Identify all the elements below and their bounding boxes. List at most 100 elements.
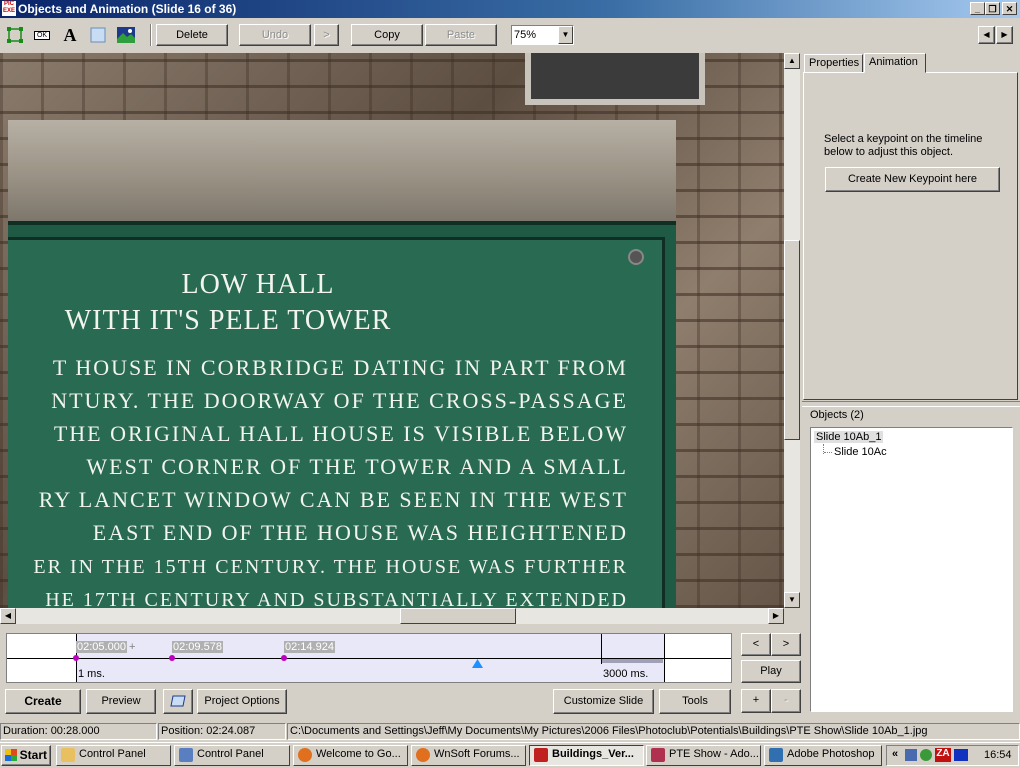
paste-button[interactable]: Paste bbox=[425, 24, 497, 46]
vertical-scroll-thumb[interactable] bbox=[784, 240, 800, 440]
media-icon[interactable] bbox=[954, 749, 968, 761]
sign-line: WEST CORNER OF THE TOWER AND A SMALL bbox=[86, 454, 628, 479]
play-button[interactable]: Play bbox=[741, 660, 801, 683]
panel-splitter[interactable] bbox=[802, 401, 1020, 407]
start-button[interactable]: Start bbox=[1, 745, 51, 766]
delete-button[interactable]: Delete bbox=[156, 24, 228, 46]
green-plaque: LOW HALL WITH IT'S PELE TOWER T HOUSE IN… bbox=[8, 221, 676, 608]
objects-tree[interactable]: Slide 10Ab_1 Slide 10Ac bbox=[810, 427, 1013, 712]
photoshop-icon bbox=[769, 748, 783, 762]
firefox-icon bbox=[298, 748, 312, 762]
windows-logo-icon bbox=[5, 749, 17, 761]
clock: 16:54 bbox=[984, 749, 1012, 761]
sign-title-2: WITH IT'S PELE TOWER bbox=[64, 305, 392, 336]
button-tool-icon[interactable]: OK bbox=[32, 26, 52, 44]
timeline-range bbox=[76, 634, 664, 658]
sign-title-1: LOW HALL bbox=[181, 269, 335, 300]
sign-line: NTURY. THE DOORWAY OF THE CROSS-PASSAGE bbox=[51, 388, 628, 413]
sign-line: RY LANCET WINDOW CAN BE SEEN IN THE WEST bbox=[38, 487, 628, 512]
prev-slide-button[interactable]: ◀ bbox=[978, 26, 995, 44]
image-tool-icon[interactable] bbox=[116, 26, 136, 44]
minimize-button[interactable]: _ bbox=[970, 2, 985, 15]
scroll-up-button[interactable]: ▲ bbox=[784, 53, 800, 69]
scroll-left-button[interactable]: ◀ bbox=[0, 608, 16, 624]
timeline-prev-button[interactable]: < bbox=[741, 633, 771, 656]
tools-button[interactable]: Tools bbox=[659, 689, 731, 714]
sign-line: THE ORIGINAL HALL HOUSE IS VISIBLE BELOW bbox=[53, 421, 628, 446]
network-icon[interactable] bbox=[905, 749, 917, 761]
create-button[interactable]: Create bbox=[5, 689, 81, 714]
remove-keypoint-button[interactable]: - bbox=[771, 689, 801, 713]
slide-view-button[interactable] bbox=[163, 689, 193, 714]
antivirus-icon[interactable] bbox=[920, 749, 932, 761]
taskbar-item[interactable]: Control Panel bbox=[56, 745, 171, 766]
scroll-down-button[interactable]: ▼ bbox=[784, 592, 800, 608]
add-keypoint-button[interactable]: + bbox=[741, 689, 771, 713]
sign-line: HE 17TH CENTURY AND SUBSTANTIALLY EXTEND… bbox=[45, 589, 628, 608]
slide-view-icon bbox=[170, 695, 186, 707]
preview-button[interactable]: Preview bbox=[86, 689, 156, 714]
taskbar-item[interactable]: PTE Show - Ado... bbox=[646, 745, 761, 766]
tree-item-slide-10ab-1[interactable]: Slide 10Ab_1 bbox=[814, 431, 884, 443]
keypoint-label[interactable]: 02:05.000 bbox=[76, 641, 127, 653]
stone-lintel bbox=[8, 120, 676, 222]
taskbar-item[interactable]: Control Panel bbox=[174, 745, 290, 766]
timeline-next-button[interactable]: > bbox=[771, 633, 801, 656]
animation-panel: Select a keypoint on the timeline below … bbox=[803, 72, 1018, 400]
tree-item-slide-10ac[interactable]: Slide 10Ac bbox=[834, 446, 887, 458]
slide-canvas[interactable]: LOW HALL WITH IT'S PELE TOWER T HOUSE IN… bbox=[0, 53, 784, 608]
firefox-icon bbox=[416, 748, 430, 762]
keypoint-marker[interactable] bbox=[281, 655, 287, 661]
timeline-axis bbox=[7, 658, 731, 659]
zonealarm-icon[interactable]: ZA bbox=[935, 748, 951, 762]
sign-line: EAST END OF THE HOUSE WAS HEIGHTENED bbox=[92, 520, 628, 545]
app-icon: PIC EXE bbox=[2, 1, 16, 16]
keypoint-marker[interactable] bbox=[169, 655, 175, 661]
restore-button[interactable]: ❒ bbox=[985, 2, 1000, 15]
keypoint-plus: + bbox=[129, 641, 136, 653]
keypoint-instructions: Select a keypoint on the timeline below … bbox=[824, 133, 983, 158]
zoom-select[interactable]: 75% ▼ bbox=[511, 25, 574, 45]
folder-icon bbox=[61, 748, 75, 762]
keypoint-label[interactable]: 02:14.924 bbox=[284, 641, 335, 653]
undo-button[interactable]: Undo bbox=[239, 24, 311, 46]
rectangle-tool-icon[interactable] bbox=[88, 26, 108, 44]
sign-line: ER IN THE 15TH CENTURY. THE HOUSE WAS FU… bbox=[33, 556, 628, 578]
timeline-start-label: 1 ms. bbox=[78, 668, 105, 680]
title-bar: PIC EXE Objects and Animation (Slide 16 … bbox=[0, 0, 1020, 18]
horizontal-scrollbar[interactable] bbox=[0, 608, 784, 624]
acrobat-icon bbox=[651, 748, 665, 762]
create-keypoint-button[interactable]: Create New Keypoint here bbox=[825, 167, 1000, 192]
text-tool-icon[interactable]: A bbox=[60, 25, 80, 45]
timeline[interactable]: 02:05.000 + 02:09.578 02:14.924 1 ms. 30… bbox=[6, 633, 732, 683]
window-title: Objects and Animation (Slide 16 of 36) bbox=[18, 2, 237, 16]
chevron-down-icon[interactable]: ▼ bbox=[558, 26, 573, 44]
system-tray: « ZA 16:54 bbox=[886, 745, 1019, 766]
tab-animation[interactable]: Animation bbox=[864, 53, 926, 73]
building-window bbox=[525, 53, 705, 105]
taskbar-item-active[interactable]: Buildings_Ver... bbox=[529, 745, 644, 766]
copy-button[interactable]: Copy bbox=[351, 24, 423, 46]
playhead-icon[interactable] bbox=[472, 659, 483, 668]
close-button[interactable]: ✕ bbox=[1002, 2, 1017, 15]
control-panel-icon bbox=[179, 748, 193, 762]
tab-properties[interactable]: Properties bbox=[804, 54, 863, 73]
plaque-rivet bbox=[628, 249, 644, 265]
redo-button[interactable]: > bbox=[314, 24, 339, 46]
toolbar-separator bbox=[150, 24, 152, 46]
status-duration: Duration: 00:28.000 bbox=[0, 723, 157, 740]
pte-app-icon bbox=[534, 748, 548, 762]
scroll-right-button[interactable]: ▶ bbox=[768, 608, 784, 624]
frame-tool-icon[interactable] bbox=[5, 26, 25, 44]
horizontal-scroll-thumb[interactable] bbox=[400, 608, 516, 624]
tray-expand-icon[interactable]: « bbox=[892, 748, 898, 760]
taskbar-item[interactable]: Adobe Photoshop bbox=[764, 745, 882, 766]
keypoint-marker[interactable] bbox=[73, 655, 79, 661]
taskbar-item[interactable]: WnSoft Forums... bbox=[411, 745, 526, 766]
next-slide-button[interactable]: ▶ bbox=[996, 26, 1013, 44]
customize-slide-button[interactable]: Customize Slide bbox=[553, 689, 654, 714]
project-options-button[interactable]: Project Options bbox=[197, 689, 287, 714]
zoom-value: 75% bbox=[514, 29, 537, 41]
keypoint-label[interactable]: 02:09.578 bbox=[172, 641, 223, 653]
taskbar-item[interactable]: Welcome to Go... bbox=[293, 745, 408, 766]
